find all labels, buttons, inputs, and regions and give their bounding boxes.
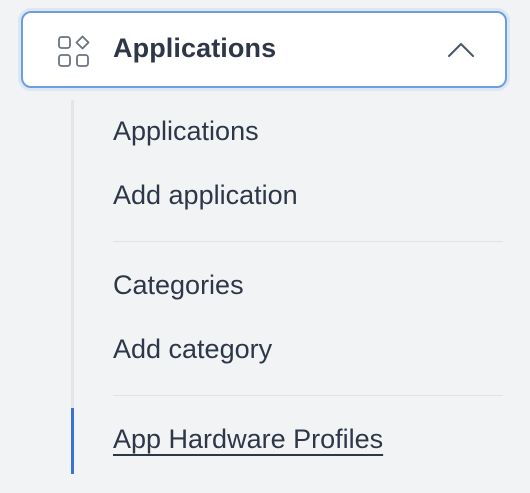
submenu-divider <box>113 395 503 396</box>
apps-grid-icon <box>57 35 91 69</box>
applications-menu-header[interactable]: Applications <box>21 11 507 88</box>
submenu-divider <box>113 241 503 242</box>
submenu-item-add-category[interactable]: Add category <box>113 334 272 365</box>
applications-menu: Applications Applications Add applicatio… <box>0 0 530 493</box>
chevron-up-icon[interactable] <box>447 41 475 59</box>
submenu-item-applications[interactable]: Applications <box>113 116 259 147</box>
submenu-item-categories[interactable]: Categories <box>113 270 244 301</box>
submenu-item-app-hardware-profiles[interactable]: App Hardware Profiles <box>113 424 383 455</box>
applications-submenu: Applications Add application Categories … <box>71 100 511 474</box>
menu-title: Applications <box>113 33 277 63</box>
submenu-item-add-application[interactable]: Add application <box>113 180 298 211</box>
active-indicator <box>71 408 74 474</box>
